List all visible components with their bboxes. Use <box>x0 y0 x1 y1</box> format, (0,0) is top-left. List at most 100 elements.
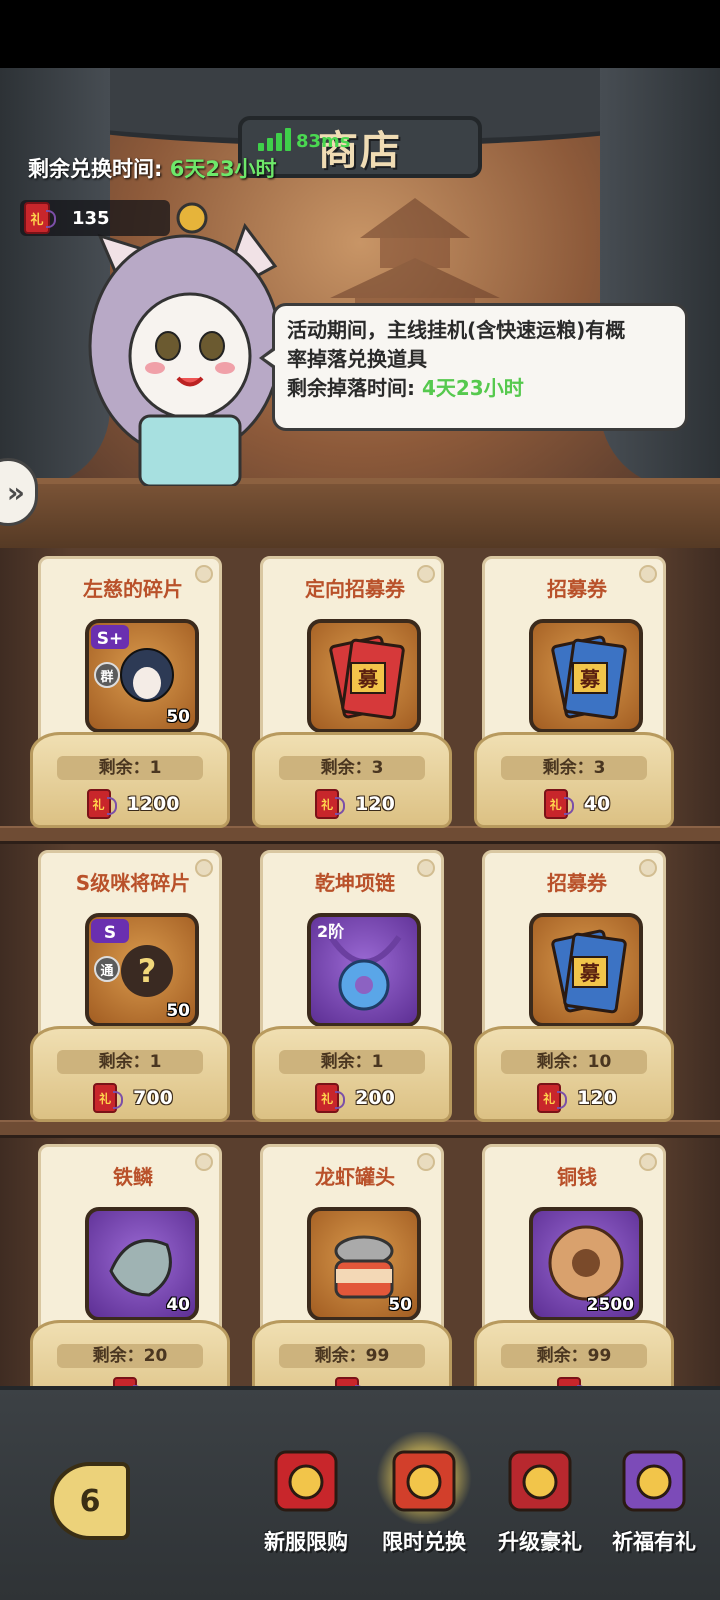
shop-item-card[interactable]: S级咪将碎片 S ? 通 50 剩余：1 礼 700 <box>30 850 230 1128</box>
gift-box-icon <box>274 1450 338 1512</box>
card-base: 剩余：20 礼 <box>30 1320 230 1388</box>
exchange-timer: 剩余兑换时间: 6天23小时 <box>28 153 277 183</box>
tab-upgrade-gift[interactable]: 升级豪礼 <box>484 1438 596 1578</box>
shop-item-card[interactable]: 铁鳞 40 剩余：20 礼 <box>30 1144 230 1388</box>
mystery-shard-icon: S ? 通 50 <box>85 913 199 1027</box>
card-paper: 铜钱 2500 <box>482 1144 666 1344</box>
card-paper: 招募券 募 <box>482 850 666 1050</box>
price-row: 礼 200 <box>255 1083 455 1113</box>
card-base: 剩余：1 礼 700 <box>30 1026 230 1122</box>
blue-recruit-ticket-icon: 募 <box>529 619 643 733</box>
svg-text:?: ? <box>138 952 157 990</box>
bubble-text-1: 活动期间，主线挂机(含快速运粮)有概 <box>287 318 626 342</box>
copper-coin-icon: 2500 <box>529 1207 643 1321</box>
currency-balance: 礼 135 <box>20 200 170 236</box>
price-value: 700 <box>133 1087 173 1109</box>
price-value: 120 <box>355 793 395 815</box>
item-count: 50 <box>166 1001 190 1021</box>
game-screen: 商店 83ms 剩余兑换时间: 6天23小时 礼 135 活动期间，主线挂机(含… <box>0 0 720 1600</box>
svg-text:S+: S+ <box>97 629 124 649</box>
blessing-coin-icon <box>622 1450 686 1512</box>
scroll-exchange-icon <box>392 1450 456 1512</box>
item-count: 50 <box>388 1295 412 1315</box>
bubble-text-2: 率掉落兑换道具 <box>287 347 427 371</box>
remaining-stock: 剩余：3 <box>279 756 425 780</box>
tab-label: 限时兑换 <box>382 1530 466 1554</box>
item-name: S级咪将碎片 <box>75 871 191 895</box>
card-base: 剩余：99 礼 <box>252 1320 452 1388</box>
remaining-stock: 剩余：1 <box>57 1050 203 1074</box>
tab-gift-box[interactable]: 新服限购 <box>250 1438 362 1578</box>
shop-item-card[interactable]: 铜钱 2500 剩余：99 礼 <box>474 1144 674 1388</box>
hongbao-icon: 礼 <box>24 202 56 234</box>
card-base: 剩余：3 礼 40 <box>474 732 674 828</box>
hongbao-icon: 礼 <box>543 789 574 819</box>
card-base: 剩余：1 礼 200 <box>252 1026 452 1122</box>
upgrade-gift-icon <box>508 1450 572 1512</box>
price-value: 120 <box>577 1087 617 1109</box>
item-count: 40 <box>166 1295 190 1315</box>
shopkeeper-cat-girl <box>88 202 282 486</box>
svg-text:通: 通 <box>100 963 113 979</box>
shop-item-card[interactable]: 定向招募券 募 剩余：3 礼 120 <box>252 556 452 834</box>
card-paper: S级咪将碎片 S ? 通 50 <box>38 850 222 1050</box>
bubble-text-3: 剩余掉落时间: 4天23小时 <box>287 376 524 400</box>
price-row: 礼 120 <box>477 1083 677 1113</box>
iron-scale-icon: 40 <box>85 1207 199 1321</box>
card-base: 剩余：10 礼 120 <box>474 1026 674 1122</box>
price-value: 40 <box>583 793 611 815</box>
necklace-icon: 2阶 <box>307 913 421 1027</box>
price-value: 1200 <box>126 793 180 815</box>
blue-recruit-ticket-icon: 募 <box>529 913 643 1027</box>
remaining-stock: 剩余：20 <box>57 1344 203 1368</box>
red-recruit-ticket-icon: 募 <box>307 619 421 733</box>
currency-amount: 135 <box>72 207 110 229</box>
item-name: 乾坤项链 <box>315 871 395 895</box>
price-row: 礼 40 <box>477 789 677 819</box>
hero-shard-icon: S+ 群 50 <box>85 619 199 733</box>
item-count: 2500 <box>586 1295 634 1315</box>
svg-text:S: S <box>104 923 116 943</box>
card-paper: 龙虾罐头 50 <box>260 1144 444 1344</box>
drop-timer-value: 4天23小时 <box>421 376 524 400</box>
remaining-stock: 剩余：10 <box>501 1050 647 1074</box>
card-paper: 乾坤项链 2阶 <box>260 850 444 1050</box>
tab-blessing-coin[interactable]: 祈福有礼 <box>598 1438 710 1578</box>
card-paper: 铁鳞 40 <box>38 1144 222 1344</box>
back-arrow-icon: 6 <box>79 1483 101 1519</box>
exchange-timer-label: 剩余兑换时间: <box>28 157 170 181</box>
shop-item-card[interactable]: 招募券 募 剩余：10 礼 120 <box>474 850 674 1128</box>
item-name: 招募券 <box>547 871 607 895</box>
tab-scroll-exchange[interactable]: 限时兑换 <box>368 1432 480 1578</box>
shop-item-card[interactable]: 乾坤项链 2阶 剩余：1 礼 200 <box>252 850 452 1128</box>
double-chevron-right-icon: » <box>6 475 25 509</box>
item-name: 铜钱 <box>557 1165 597 1189</box>
shop-item-card[interactable]: 龙虾罐头 50 剩余：99 礼 <box>252 1144 452 1388</box>
remaining-stock: 剩余：3 <box>501 756 647 780</box>
remaining-stock: 剩余：99 <box>279 1344 425 1368</box>
lobster-can-icon: 50 <box>307 1207 421 1321</box>
remaining-stock: 剩余：1 <box>279 1050 425 1074</box>
svg-text:募: 募 <box>357 667 379 691</box>
exchange-timer-value: 6天23小时 <box>169 157 277 181</box>
hongbao-icon: 礼 <box>315 789 346 819</box>
card-base: 剩余：1 礼 1200 <box>30 732 230 828</box>
price-row: 礼 1200 <box>33 789 233 819</box>
price-value: 200 <box>355 1087 395 1109</box>
hongbao-icon: 礼 <box>315 1083 346 1113</box>
svg-text:募: 募 <box>579 667 601 691</box>
ping-readout: 83ms <box>296 131 351 152</box>
svg-text:募: 募 <box>579 961 601 985</box>
shop-item-card[interactable]: 招募券 募 剩余：3 礼 40 <box>474 556 674 834</box>
signal-icon <box>258 128 291 151</box>
status-bar-area <box>0 0 720 68</box>
hongbao-icon: 礼 <box>537 1083 568 1113</box>
card-paper: 定向招募券 募 <box>260 556 444 756</box>
remaining-stock: 剩余：99 <box>501 1344 647 1368</box>
item-name: 龙虾罐头 <box>315 1165 395 1189</box>
svg-text:群: 群 <box>100 669 113 685</box>
item-shelf[interactable]: 左慈的碎片 S+ 群 50 剩余：1 礼 1200 定向招募券 募 剩余：3 礼… <box>0 548 720 1388</box>
back-button[interactable]: 6 <box>50 1462 130 1540</box>
price-row: 礼 700 <box>33 1083 233 1113</box>
shop-item-card[interactable]: 左慈的碎片 S+ 群 50 剩余：1 礼 1200 <box>30 556 230 834</box>
